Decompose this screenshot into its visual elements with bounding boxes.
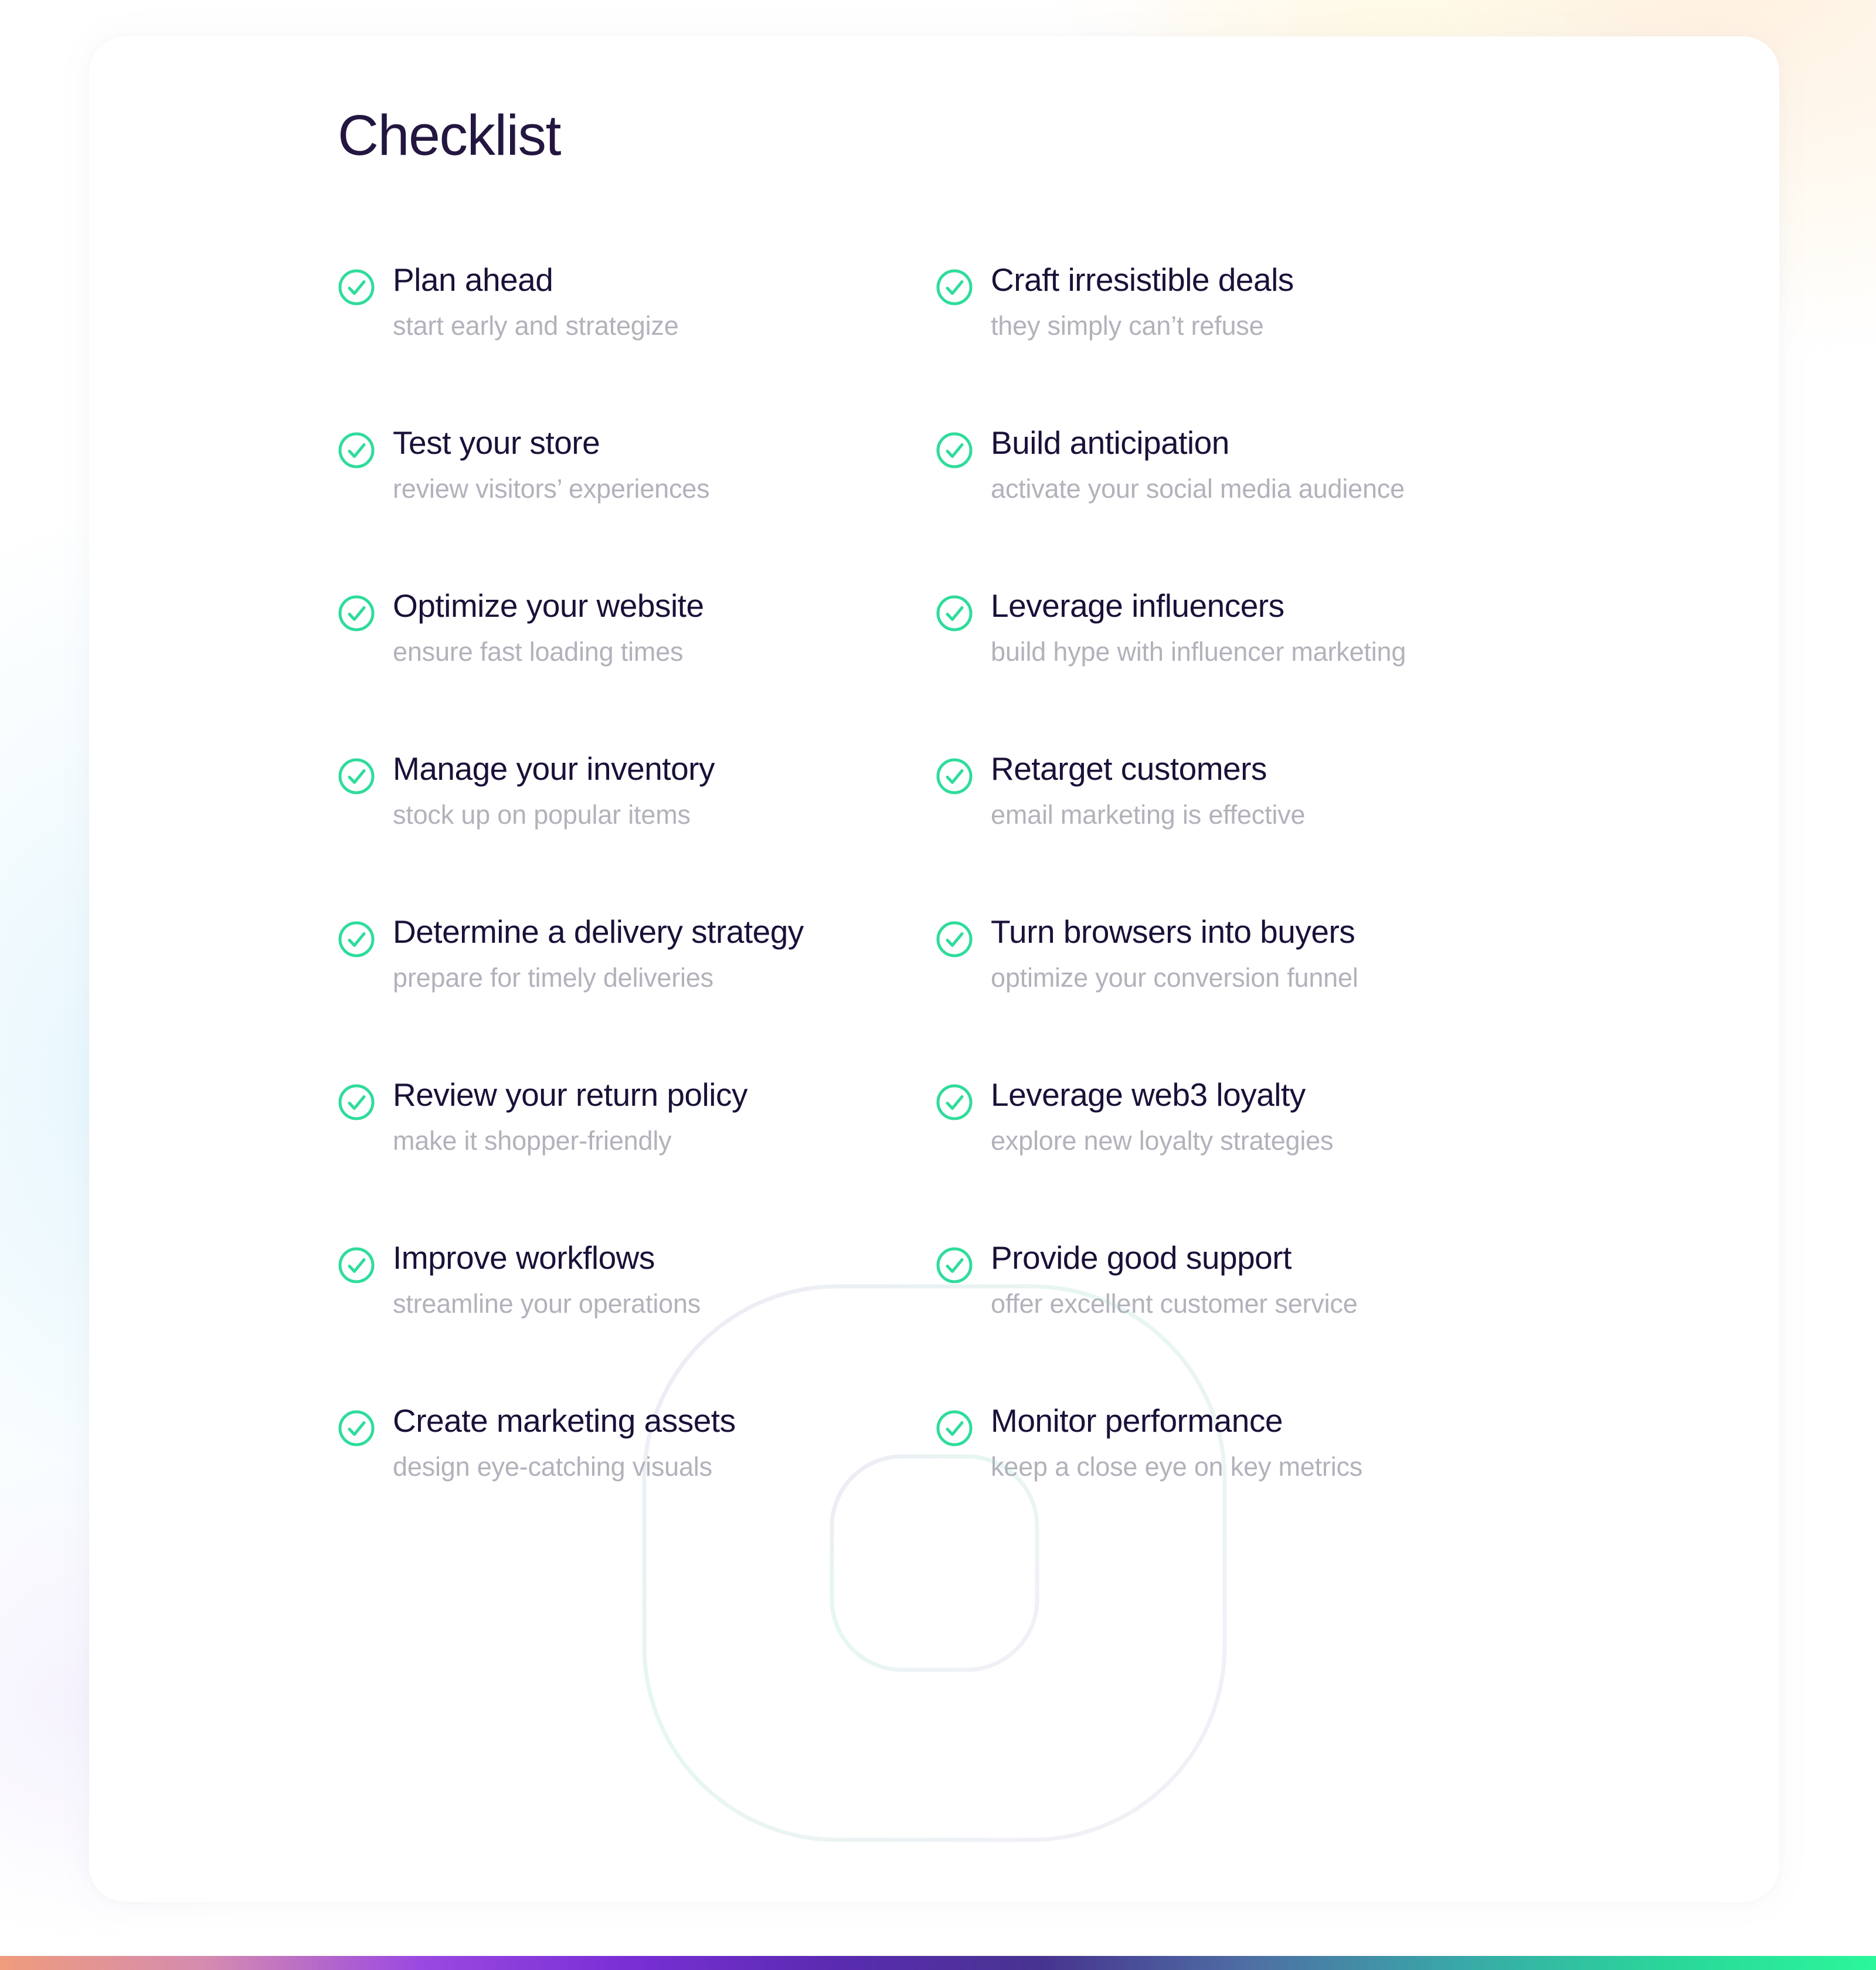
checklist-item-subtitle: prepare for timely deliveries [393, 962, 713, 993]
checklist-item[interactable]: Craft irresistible deals they simply can’… [936, 261, 1534, 427]
bottom-gradient-bar [0, 1956, 1876, 1970]
checklist-item[interactable]: Determine a delivery strategy prepare for… [338, 913, 936, 1079]
check-circle-icon[interactable] [338, 1246, 375, 1284]
checklist-item-subtitle: stock up on popular items [393, 799, 691, 830]
check-circle-icon[interactable] [936, 921, 973, 958]
checklist-item[interactable]: Turn browsers into buyers optimize your c… [936, 913, 1534, 1079]
checklist-item-title: Plan ahead [393, 261, 553, 298]
check-circle-icon[interactable] [936, 595, 973, 632]
check-circle-icon[interactable] [338, 921, 375, 958]
checklist-item-title: Craft irresistible deals [991, 261, 1294, 298]
checklist-item[interactable]: Plan ahead start early and strategize [338, 261, 936, 427]
checklist-item-title: Manage your inventory [393, 750, 715, 787]
checklist-item-text: Test your store review visitors’ experien… [393, 424, 710, 504]
checklist-item-subtitle: streamline your operations [393, 1288, 701, 1319]
checklist-item-title: Review your return policy [393, 1076, 747, 1113]
checklist-card: Checklist Plan ahead start early and stra… [89, 36, 1779, 1902]
checklist-item-subtitle: review visitors’ experiences [393, 473, 710, 504]
check-circle-icon[interactable] [338, 269, 375, 306]
checklist-item-title: Test your store [393, 424, 600, 461]
checklist-item-title: Improve workflows [393, 1239, 655, 1276]
check-circle-icon[interactable] [936, 1246, 973, 1284]
checklist-item[interactable]: Monitor performance keep a close eye on k… [936, 1402, 1534, 1568]
checklist-item-text: Leverage web3 loyalty explore new loyalty… [991, 1076, 1334, 1156]
checklist-item-subtitle: keep a close eye on key metrics [991, 1451, 1363, 1482]
checklist-item-title: Retarget customers [991, 750, 1267, 787]
checklist-item-subtitle: design eye-catching visuals [393, 1451, 712, 1482]
checklist-item[interactable]: Leverage web3 loyalty explore new loyalty… [936, 1076, 1534, 1242]
check-circle-icon[interactable] [936, 1084, 973, 1121]
checklist-item-subtitle: explore new loyalty strategies [991, 1125, 1334, 1156]
checklist-item-text: Retarget customers email marketing is eff… [991, 750, 1306, 830]
checklist-item[interactable]: Manage your inventory stock up on popular… [338, 750, 936, 916]
checklist-item-text: Monitor performance keep a close eye on k… [991, 1402, 1363, 1482]
checklist-item-text: Review your return policy make it shopper… [393, 1076, 747, 1156]
checklist-item-subtitle: optimize your conversion funnel [991, 962, 1358, 993]
checklist-item-title: Monitor performance [991, 1402, 1283, 1439]
checklist-item-title: Leverage web3 loyalty [991, 1076, 1306, 1113]
checklist-item-text: Improve workflows streamline your operati… [393, 1239, 701, 1319]
checklist-item-subtitle: they simply can’t refuse [991, 310, 1264, 341]
checklist-item-title: Build anticipation [991, 424, 1229, 461]
checklist-item[interactable]: Improve workflows streamline your operati… [338, 1239, 936, 1405]
check-circle-icon[interactable] [936, 758, 973, 795]
checklist-item-text: Provide good support offer excellent cust… [991, 1239, 1358, 1319]
checklist-item-title: Provide good support [991, 1239, 1292, 1276]
checklist-grid: Plan ahead start early and strategize Craf… [338, 261, 1779, 1568]
page-title: Checklist [338, 103, 562, 167]
checklist-item-subtitle: email marketing is effective [991, 799, 1306, 830]
checklist-item-text: Leverage influencers build hype with infl… [991, 587, 1406, 667]
checklist-item-title: Determine a delivery strategy [393, 913, 804, 950]
checklist-item[interactable]: Build anticipation activate your social m… [936, 424, 1534, 590]
checklist-item[interactable]: Optimize your website ensure fast loading… [338, 587, 936, 753]
check-circle-icon[interactable] [936, 269, 973, 306]
checklist-item-text: Plan ahead start early and strategize [393, 261, 679, 341]
checklist-item-subtitle: offer excellent customer service [991, 1288, 1358, 1319]
check-circle-icon[interactable] [338, 1084, 375, 1121]
checklist-item[interactable]: Provide good support offer excellent cust… [936, 1239, 1534, 1405]
checklist-item-text: Build anticipation activate your social m… [991, 424, 1405, 504]
checklist-item-title: Turn browsers into buyers [991, 913, 1355, 950]
checklist-item-title: Optimize your website [393, 587, 704, 624]
check-circle-icon[interactable] [338, 758, 375, 795]
checklist-item[interactable]: Review your return policy make it shopper… [338, 1076, 936, 1242]
checklist-item-text: Turn browsers into buyers optimize your c… [991, 913, 1358, 993]
checklist-item-text: Craft irresistible deals they simply can’… [991, 261, 1294, 341]
checklist-item-text: Manage your inventory stock up on popular… [393, 750, 715, 830]
check-circle-icon[interactable] [338, 595, 375, 632]
checklist-item-text: Create marketing assets design eye-catchi… [393, 1402, 736, 1482]
check-circle-icon[interactable] [338, 1409, 375, 1447]
checklist-item-text: Determine a delivery strategy prepare for… [393, 913, 804, 993]
checklist-item[interactable]: Retarget customers email marketing is eff… [936, 750, 1534, 916]
checklist-item[interactable]: Test your store review visitors’ experien… [338, 424, 936, 590]
checklist-item-text: Optimize your website ensure fast loading… [393, 587, 704, 667]
checklist-item-subtitle: ensure fast loading times [393, 636, 684, 667]
checklist-item-subtitle: make it shopper-friendly [393, 1125, 672, 1156]
check-circle-icon[interactable] [936, 432, 973, 469]
checklist-item-title: Leverage influencers [991, 587, 1284, 624]
check-circle-icon[interactable] [338, 432, 375, 469]
checklist-item[interactable]: Create marketing assets design eye-catchi… [338, 1402, 936, 1568]
checklist-item-subtitle: build hype with influencer marketing [991, 636, 1406, 667]
checklist-item-title: Create marketing assets [393, 1402, 736, 1439]
checklist-item-subtitle: start early and strategize [393, 310, 679, 341]
checklist-item-subtitle: activate your social media audience [991, 473, 1405, 504]
check-circle-icon[interactable] [936, 1409, 973, 1447]
checklist-item[interactable]: Leverage influencers build hype with infl… [936, 587, 1534, 753]
